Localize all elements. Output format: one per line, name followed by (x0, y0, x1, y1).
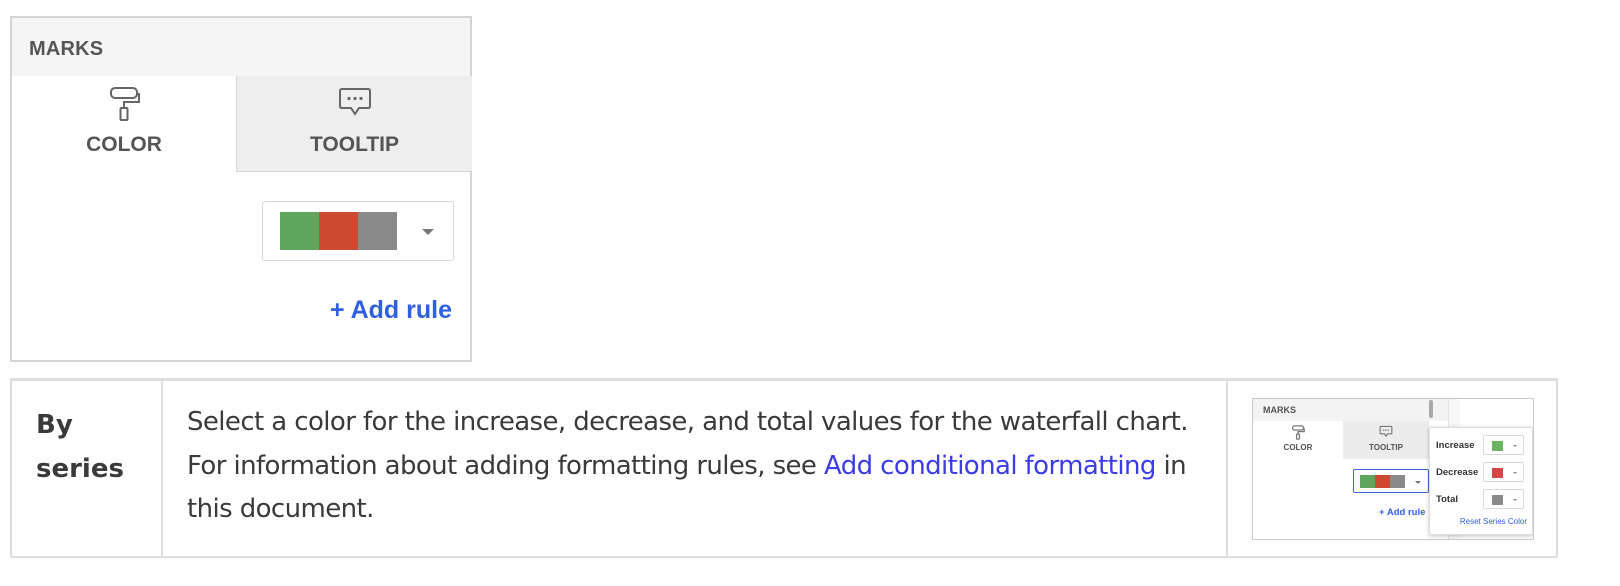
row-description: Select a color for the increase, decreas… (163, 381, 1228, 556)
add-conditional-formatting-link[interactable]: Add conditional formatting (824, 451, 1156, 481)
swatch-total (358, 212, 397, 250)
thumb-scrollbar (1429, 400, 1433, 418)
doc-table-row: By series Select a color for the increas… (10, 378, 1558, 558)
thumb-series-name: Increase (1436, 440, 1475, 451)
thumb-picker-chevron-icon (1513, 499, 1517, 501)
thumb-picker-chevron-icon (1513, 472, 1517, 474)
tab-color-label: COLOR (86, 133, 162, 156)
thumb-palette-dropdown (1353, 469, 1429, 493)
thumb-paint-roller-icon (1291, 425, 1305, 442)
thumb-marks-header: MARKS (1253, 399, 1448, 421)
tab-color[interactable]: COLOR (12, 76, 236, 172)
thumb-series-row: Decrease (1436, 462, 1528, 482)
add-rule-button[interactable]: + Add rule (330, 296, 452, 325)
color-palette-dropdown[interactable] (262, 201, 454, 261)
thumb-series-picker (1483, 462, 1524, 482)
row-label: By series (12, 381, 163, 556)
thumb-reset-series-color: Reset Series Color (1459, 517, 1527, 526)
thumb-tab-tooltip: TOOLTIP (1343, 421, 1429, 459)
thumb-swatch-decrease (1375, 475, 1390, 488)
thumb-chevron-down-icon (1415, 481, 1421, 484)
marks-panel: MARKS COLOR TOOLTIP + Add rule (10, 16, 472, 362)
thumb-series-row: Total (1436, 489, 1528, 509)
thumb-series-name: Total (1436, 494, 1458, 505)
marks-header: MARKS (12, 18, 470, 76)
swatch-increase (280, 212, 319, 250)
thumb-tab-color-label: COLOR (1283, 443, 1313, 452)
speech-bubble-icon (337, 86, 373, 124)
thumb-speech-bubble-icon (1379, 425, 1393, 440)
thumb-tab-color: COLOR (1253, 421, 1343, 459)
row-image-cell: MARKS COLOR TOOLTIP + Add rule Increase … (1228, 381, 1556, 556)
chevron-down-icon (422, 229, 434, 235)
screenshot-thumbnail: MARKS COLOR TOOLTIP + Add rule Increase … (1252, 398, 1534, 540)
palette-swatches (280, 212, 397, 250)
thumb-series-picker (1483, 489, 1524, 509)
thumb-series-swatch (1492, 495, 1503, 505)
thumb-swatch-total (1390, 475, 1405, 488)
thumb-swatch-increase (1360, 475, 1375, 488)
swatch-decrease (319, 212, 358, 250)
thumb-series-swatch (1492, 468, 1503, 478)
paint-roller-icon (107, 86, 141, 128)
thumb-series-row: Increase (1436, 435, 1528, 455)
thumb-series-name: Decrease (1436, 467, 1479, 478)
thumb-series-swatch (1492, 441, 1503, 451)
thumb-series-color-popover: Increase Decrease Total Reset Series Col… (1429, 427, 1533, 535)
thumb-add-rule: + Add rule (1379, 507, 1426, 518)
thumb-picker-chevron-icon (1513, 445, 1517, 447)
thumb-series-picker (1483, 435, 1524, 455)
tab-tooltip-label: TOOLTIP (309, 133, 400, 156)
thumb-tab-tooltip-label: TOOLTIP (1369, 443, 1403, 452)
tab-tooltip[interactable]: TOOLTIP (236, 76, 472, 172)
